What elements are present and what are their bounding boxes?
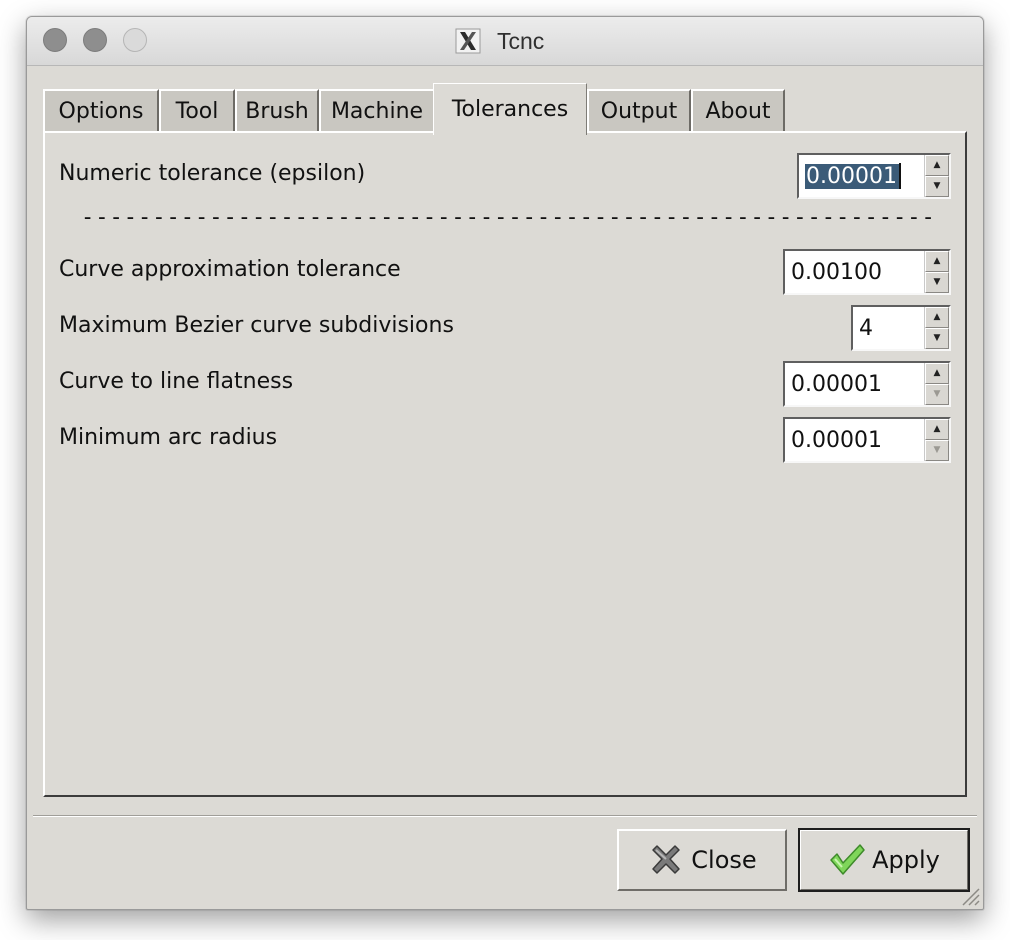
tcnc-window: Tcnc Options Tool Brush Machine Toleranc… xyxy=(26,16,984,910)
tab-bar: Options Tool Brush Machine Tolerances Ou… xyxy=(43,83,943,135)
curve-tolerance-spin-arrows: ▲ ▼ xyxy=(924,251,949,293)
tab-about[interactable]: About xyxy=(691,89,785,131)
tab-machine[interactable]: Machine xyxy=(319,89,435,131)
curve-tolerance-decrement-arrow-icon[interactable]: ▼ xyxy=(925,272,949,293)
min-arc-radius-decrement-arrow-icon[interactable]: ▼ xyxy=(925,440,949,461)
checkmark-icon xyxy=(830,844,865,875)
curve-tolerance-spinbox[interactable]: 0.00100 ▲ ▼ xyxy=(783,249,951,295)
min-arc-radius-spin-arrows: ▲ ▼ xyxy=(924,419,949,461)
line-flatness-input[interactable]: 0.00001 xyxy=(785,363,924,405)
tab-output[interactable]: Output xyxy=(587,89,691,131)
line-flatness-label: Curve to line flatness xyxy=(59,369,294,394)
line-flatness-spinbox[interactable]: 0.00001 ▲ ▼ xyxy=(783,361,951,407)
line-flatness-spin-arrows: ▲ ▼ xyxy=(924,363,949,405)
resize-grip-icon[interactable] xyxy=(957,883,981,907)
tab-tool[interactable]: Tool xyxy=(159,89,235,131)
curve-tolerance-label: Curve approximation tolerance xyxy=(59,257,401,282)
bezier-subdivisions-label: Maximum Bezier curve subdivisions xyxy=(59,313,454,338)
bezier-subdivisions-spin-arrows: ▲ ▼ xyxy=(924,307,949,349)
window-title-group: Tcnc xyxy=(455,26,544,56)
line-flatness-decrement-arrow-icon[interactable]: ▼ xyxy=(925,384,949,405)
tab-options[interactable]: Options xyxy=(43,89,159,131)
close-x-icon xyxy=(652,845,681,874)
epsilon-increment-arrow-icon[interactable]: ▲ xyxy=(925,155,949,176)
apply-button[interactable]: Apply xyxy=(798,828,970,892)
epsilon-spin-arrows: ▲ ▼ xyxy=(924,155,949,197)
bezier-subdivisions-spinbox[interactable]: 4 ▲ ▼ xyxy=(851,305,951,351)
bezier-subdivisions-input[interactable]: 4 xyxy=(853,307,924,349)
x11-icon xyxy=(455,28,481,54)
tolerances-panel: Numeric tolerance (epsilon) 0.00001 ▲ ▼ … xyxy=(43,131,967,797)
window-title: Tcnc xyxy=(497,27,545,54)
curve-tolerance-input[interactable]: 0.00100 xyxy=(785,251,924,293)
bezier-subdivisions-decrement-arrow-icon[interactable]: ▼ xyxy=(925,328,949,349)
window-close-control[interactable] xyxy=(43,28,67,52)
epsilon-value: 0.00001 xyxy=(805,163,899,189)
bezier-subdivisions-increment-arrow-icon[interactable]: ▲ xyxy=(925,307,949,328)
title-bar[interactable]: Tcnc xyxy=(27,17,983,66)
window-zoom-control[interactable] xyxy=(123,28,147,52)
text-cursor xyxy=(898,163,901,189)
line-flatness-increment-arrow-icon[interactable]: ▲ xyxy=(925,363,949,384)
tab-tolerances[interactable]: Tolerances xyxy=(433,83,587,135)
window-minimize-control[interactable] xyxy=(83,28,107,52)
tab-brush[interactable]: Brush xyxy=(235,89,319,131)
min-arc-radius-label: Minimum arc radius xyxy=(59,425,278,450)
epsilon-decrement-arrow-icon[interactable]: ▼ xyxy=(925,176,949,197)
epsilon-spinbox[interactable]: 0.00001 ▲ ▼ xyxy=(797,153,951,199)
footer-divider xyxy=(33,815,977,817)
min-arc-radius-increment-arrow-icon[interactable]: ▲ xyxy=(925,419,949,440)
curve-tolerance-increment-arrow-icon[interactable]: ▲ xyxy=(925,251,949,272)
min-arc-radius-spinbox[interactable]: 0.00001 ▲ ▼ xyxy=(783,417,951,463)
close-button-label: Close xyxy=(691,846,757,874)
section-separator: ----------------------------------------… xyxy=(81,205,931,230)
close-button[interactable]: Close xyxy=(617,829,787,891)
epsilon-label: Numeric tolerance (epsilon) xyxy=(59,161,366,186)
epsilon-input[interactable]: 0.00001 xyxy=(799,155,924,197)
apply-button-label: Apply xyxy=(872,846,940,874)
min-arc-radius-input[interactable]: 0.00001 xyxy=(785,419,924,461)
